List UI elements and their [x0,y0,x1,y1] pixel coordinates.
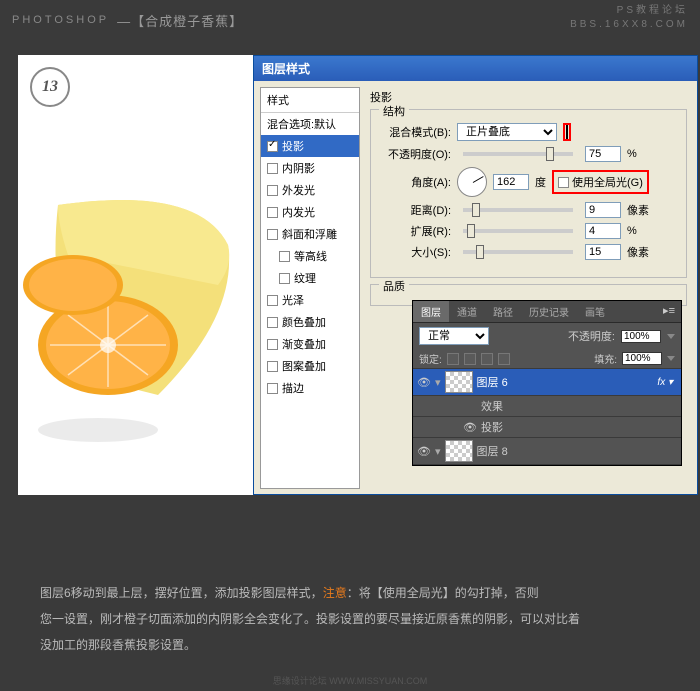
layers-panel: 图层通道路径历史记录画笔▸≡ 正常 不透明度: 锁定: 填充: 👁▾图层 6fx… [412,300,682,466]
fx-badge[interactable]: fx ▾ [657,377,677,388]
checkbox[interactable] [267,317,278,328]
checkbox[interactable] [279,251,290,262]
step-number-badge: 13 [30,67,70,107]
lock-image-icon[interactable] [464,353,476,365]
style-item-等高线[interactable]: 等高线 [261,245,359,267]
chevron-down-icon[interactable] [667,356,675,361]
style-item-内阴影[interactable]: 内阴影 [261,157,359,179]
checkbox[interactable] [267,207,278,218]
opacity-slider[interactable] [463,152,573,156]
layer-thumbnail[interactable] [445,371,473,393]
orange-banana-image [18,195,238,455]
style-item-颜色叠加[interactable]: 颜色叠加 [261,311,359,333]
layer-thumbnail[interactable] [445,440,473,462]
section-title: 投影 [370,89,687,105]
checkbox[interactable] [267,339,278,350]
blend-mode-select[interactable]: 正片叠底 [457,123,557,141]
angle-dial[interactable] [457,167,487,197]
lock-position-icon[interactable] [481,353,493,365]
watermark: 思缘设计论坛 WWW.MISSYUAN.COM [0,674,700,687]
panel-tab-历史记录[interactable]: 历史记录 [521,301,577,322]
shadow-color-swatch[interactable] [566,125,568,139]
structure-fieldset: 结构 混合模式(B): 正片叠底 不透明度(O): % 角度(A): [370,109,687,278]
lock-all-icon[interactable] [498,353,510,365]
document-canvas: 13 [18,55,253,495]
fill-input[interactable] [622,352,662,365]
source-credit: PS教程论坛 BBS.16XX8.COM [570,4,688,32]
opacity-input[interactable] [585,146,621,162]
spread-input[interactable] [585,223,621,239]
spread-slider[interactable] [463,229,573,233]
checkbox[interactable] [267,229,278,240]
checkbox[interactable] [267,141,278,152]
global-light-checkbox[interactable] [558,177,569,188]
layer-row[interactable]: 👁 投影 [413,417,681,438]
distance-label: 距离(D): [381,202,451,218]
visibility-eye-icon[interactable]: 👁 [417,376,431,389]
visibility-eye-icon[interactable]: 👁 [463,421,477,434]
spread-label: 扩展(R): [381,223,451,239]
doc-title: —【合成橙子香蕉】 [117,11,243,30]
layer-name: 效果 [481,398,503,414]
panel-menu-icon[interactable]: ▸≡ [657,301,681,322]
panel-tab-画笔[interactable]: 画笔 [577,301,613,322]
app-name: PHOTOSHOP [12,14,109,26]
distance-slider[interactable] [463,208,573,212]
layer-row[interactable]: 效果 [413,396,681,417]
size-slider[interactable] [463,250,573,254]
layer-name: 投影 [481,419,503,435]
layer-blend-mode-select[interactable]: 正常 [419,327,489,345]
checkbox[interactable] [279,273,290,284]
style-item-描边[interactable]: 描边 [261,377,359,399]
panel-tab-图层[interactable]: 图层 [413,301,449,322]
style-item-斜面和浮雕[interactable]: 斜面和浮雕 [261,223,359,245]
style-item-渐变叠加[interactable]: 渐变叠加 [261,333,359,355]
lock-transparent-icon[interactable] [447,353,459,365]
lock-label: 锁定: [419,351,442,366]
angle-label: 角度(A): [381,174,451,190]
layer-row[interactable]: 👁▾图层 6fx ▾ [413,369,681,396]
checkbox[interactable] [267,383,278,394]
instruction-text: 图层6移动到最上层，摆好位置，添加投影图层样式，注意：将【使用全局光】的勾打掉，… [40,580,660,658]
fill-label: 填充: [594,351,617,366]
blend-mode-label: 混合模式(B): [381,124,451,140]
style-item-外发光[interactable]: 外发光 [261,179,359,201]
style-item-投影[interactable]: 投影 [261,135,359,157]
color-swatch-highlight [563,123,571,141]
size-label: 大小(S): [381,244,451,260]
style-item-图案叠加[interactable]: 图案叠加 [261,355,359,377]
checkbox[interactable] [267,163,278,174]
style-item-光泽[interactable]: 光泽 [261,289,359,311]
layer-opacity-input[interactable] [621,330,661,343]
angle-input[interactable] [493,174,529,190]
panel-tab-通道[interactable]: 通道 [449,301,485,322]
checkbox[interactable] [267,295,278,306]
opacity-label: 不透明度(O): [381,146,451,162]
layer-opacity-label: 不透明度: [568,328,615,344]
chevron-down-icon[interactable] [667,334,675,339]
layer-name: 图层 6 [477,374,508,390]
panel-tab-路径[interactable]: 路径 [485,301,521,322]
distance-input[interactable] [585,202,621,218]
global-light-highlight: 使用全局光(G) [552,170,649,194]
size-input[interactable] [585,244,621,260]
style-list-header[interactable]: 样式 [261,88,359,113]
global-light-label: 使用全局光(G) [572,174,643,190]
checkbox[interactable] [267,361,278,372]
blend-options-item[interactable]: 混合选项:默认 [261,113,359,135]
layer-row[interactable]: 👁▾图层 8 [413,438,681,465]
checkbox[interactable] [267,185,278,196]
style-item-纹理[interactable]: 纹理 [261,267,359,289]
style-item-内发光[interactable]: 内发光 [261,201,359,223]
dialog-titlebar: 图层样式 [254,56,697,81]
style-list[interactable]: 样式 混合选项:默认 投影内阴影外发光内发光斜面和浮雕等高线纹理光泽颜色叠加渐变… [260,87,360,489]
visibility-eye-icon[interactable]: 👁 [417,445,431,458]
layer-name: 图层 8 [477,443,508,459]
